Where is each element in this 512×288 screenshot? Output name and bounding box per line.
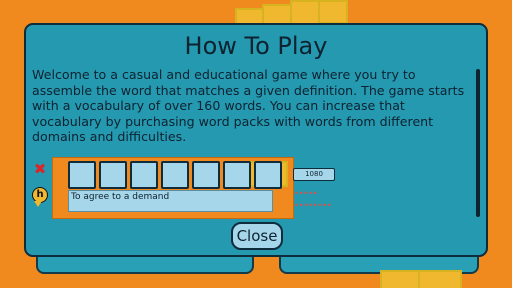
letter-slot[interactable] <box>161 161 189 189</box>
letter-slot[interactable] <box>130 161 158 189</box>
letter-slot[interactable] <box>223 161 251 189</box>
background-tile <box>380 270 420 288</box>
progress-dots: •••••••• <box>294 201 332 210</box>
close-button[interactable]: Close <box>231 222 283 250</box>
progress-dots: ••••• <box>294 189 318 198</box>
instructions-text: Welcome to a casual and educational game… <box>32 67 465 145</box>
letter-slot[interactable] <box>254 161 282 189</box>
dialog-scrollbar[interactable] <box>476 69 480 217</box>
background-tile <box>418 270 462 288</box>
letter-slot[interactable] <box>99 161 127 189</box>
background-tile <box>318 0 348 24</box>
letter-slot[interactable] <box>68 161 96 189</box>
score-display: 1080 <box>293 168 335 181</box>
dialog-title: How To Play <box>184 32 328 60</box>
hint-icon-tail <box>34 201 42 207</box>
how-to-play-dialog: How To Play Welcome to a casual and educ… <box>24 23 488 257</box>
definition-box: To agree to a demand <box>68 190 273 212</box>
wrong-x-icon: ✖ <box>33 160 47 178</box>
letter-slot[interactable] <box>192 161 220 189</box>
